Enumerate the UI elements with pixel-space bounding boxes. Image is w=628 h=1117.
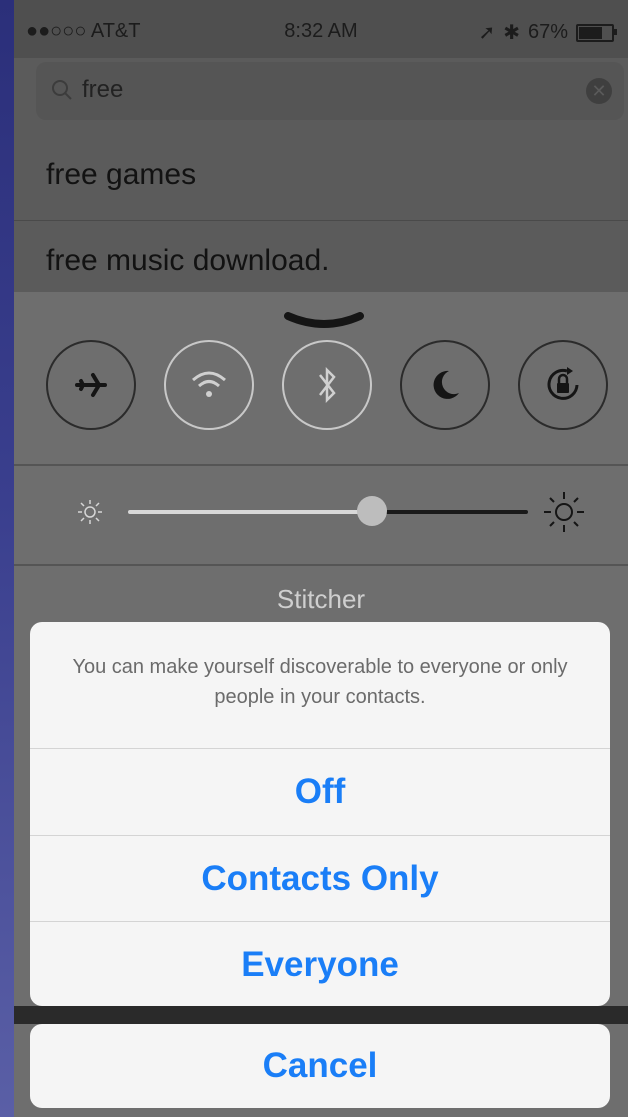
phone-screen: ●●○○○ AT&T 8:32 AM ➚ ✱ 67% free ✕ free g…	[14, 0, 628, 1117]
brightness-high-icon	[544, 492, 584, 532]
bluetooth-status-icon: ✱	[503, 22, 520, 44]
suggestion-label: free music download.	[46, 244, 330, 277]
brightness-slider[interactable]	[14, 468, 628, 564]
shortcut-row-background	[14, 1006, 628, 1024]
status-bar: ●●○○○ AT&T 8:32 AM ➚ ✱ 67%	[14, 0, 628, 58]
divider	[14, 464, 628, 466]
wifi-toggle[interactable]	[164, 340, 254, 430]
option-everyone-button[interactable]: Everyone	[30, 922, 610, 1006]
sheet-message: You can make yourself discoverable to ev…	[72, 656, 568, 708]
search-icon	[52, 80, 72, 100]
option-off-button[interactable]: Off	[30, 749, 610, 835]
do-not-disturb-toggle[interactable]	[400, 340, 490, 430]
brightness-track-filled	[128, 510, 372, 514]
status-right: ➚ ✱ 67%	[478, 20, 617, 45]
clear-search-icon[interactable]: ✕	[586, 78, 612, 104]
moon-icon	[433, 370, 459, 399]
airplane-mode-toggle[interactable]	[46, 340, 136, 430]
battery-percent: 67%	[527, 21, 568, 43]
battery-icon	[576, 23, 617, 42]
search-query[interactable]: free	[82, 76, 123, 104]
option-contacts-only-button[interactable]: Contacts Only	[30, 836, 610, 922]
brightness-low-icon	[78, 500, 102, 524]
wifi-icon	[192, 371, 226, 397]
search-field[interactable]: free ✕	[36, 62, 624, 120]
suggestion-item[interactable]: free games	[14, 134, 628, 221]
bluetooth-toggle[interactable]	[282, 340, 372, 430]
airplane-icon	[75, 373, 107, 397]
brightness-thumb[interactable]	[357, 496, 387, 526]
discoverable-action-sheet: You can make yourself discoverable to ev…	[30, 622, 610, 1006]
cancel-button[interactable]: Cancel	[30, 1024, 610, 1108]
grabber-chevron-icon[interactable]	[284, 312, 364, 330]
now-playing-title: Stitcher	[276, 584, 366, 614]
rotation-lock-icon	[547, 367, 579, 400]
location-icon: ➚	[478, 22, 496, 44]
rotation-lock-toggle[interactable]	[518, 340, 608, 430]
bluetooth-icon	[319, 366, 336, 404]
suggestion-label: free games	[46, 158, 197, 191]
divider	[14, 564, 628, 566]
brightness-track-empty	[372, 510, 528, 514]
